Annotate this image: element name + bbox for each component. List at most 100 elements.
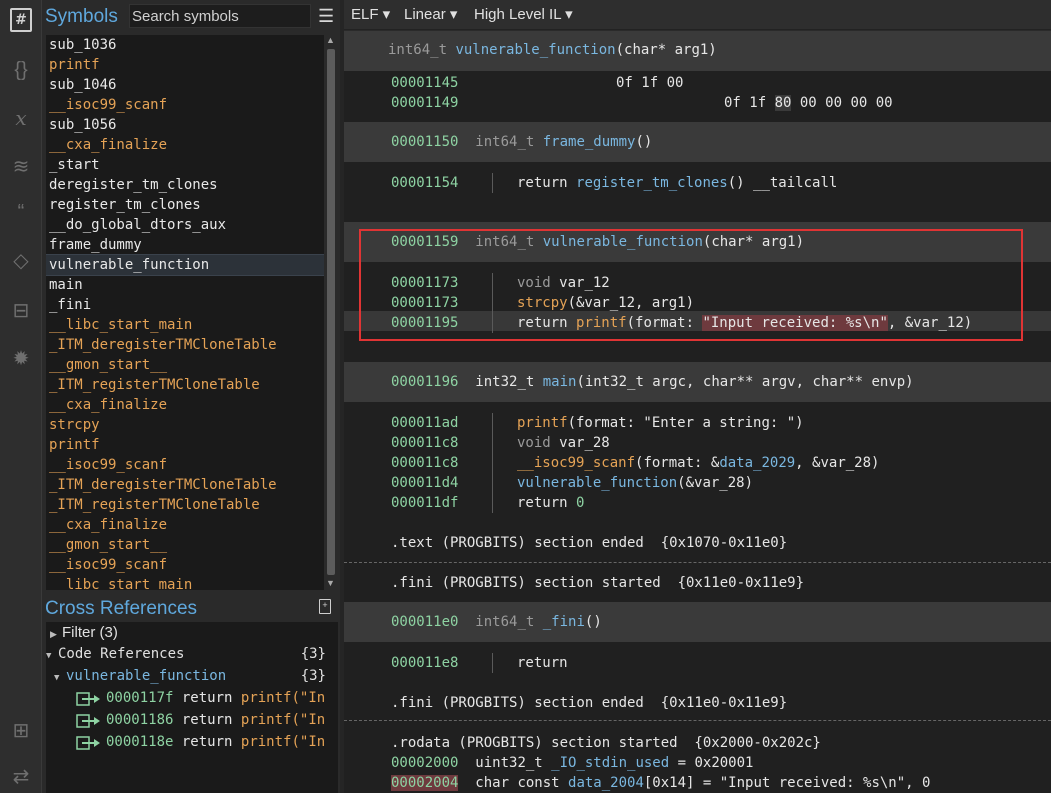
linear-code-view[interactable]: int64_t vulnerable_function(char* arg1) …: [344, 31, 1051, 793]
function-signature[interactable]: 00001196 int32_t main(int32_t argc, char…: [391, 372, 914, 392]
symbol-item[interactable]: deregister_tm_clones: [46, 175, 324, 195]
symbol-item[interactable]: __isoc99_scanf: [46, 455, 324, 475]
symbol-item[interactable]: printf: [46, 435, 324, 455]
symbol-item[interactable]: __cxa_finalize: [46, 515, 324, 535]
cross-references-panel: Cross References + ▶ Filter (3) ▼ Code Ref…: [42, 592, 340, 793]
symbol-item[interactable]: __isoc99_scanf: [46, 95, 324, 115]
symbols-title: Symbols: [45, 6, 118, 27]
symbol-item[interactable]: strcpy: [46, 415, 324, 435]
strings-quote-icon[interactable]: “: [7, 198, 35, 226]
section-start-label: .fini (PROGBITS) section started {0x11e0…: [391, 575, 805, 591]
symbol-item[interactable]: __do_global_dtors_aux: [46, 215, 324, 235]
code-line[interactable]: 000011c8: [391, 453, 458, 473]
symbol-item[interactable]: _ITM_deregisterTMCloneTable: [46, 335, 324, 355]
code-line-text: return 0: [517, 495, 585, 511]
code-references-count: {3}: [300, 646, 326, 662]
code-references-label: Code References: [58, 646, 185, 662]
code-line[interactable]: 000011d4: [391, 473, 458, 493]
code-line[interactable]: 00001154: [391, 173, 458, 193]
function-signature[interactable]: int64_t vulnerable_function(char* arg1): [388, 40, 717, 60]
raw-bytes: 0f 1f 80 00 00 00 00: [724, 95, 893, 111]
symbol-item[interactable]: _fini: [46, 295, 324, 315]
function-signature[interactable]: 000011e0 int64_t _fini(): [391, 612, 602, 632]
address[interactable]: 00001145: [391, 73, 458, 93]
chevron-down-icon: ▼: [46, 651, 52, 661]
data-line[interactable]: 00002004 char const data_2004[0x14] = "I…: [391, 773, 930, 793]
section-start-label: .rodata (PROGBITS) section started {0x20…: [391, 735, 821, 751]
raw-bytes: 0f 1f 00: [616, 75, 684, 91]
code-line-text: return register_tm_clones() __tailcall: [517, 175, 838, 191]
symbol-item[interactable]: printf: [46, 55, 324, 75]
xref-row[interactable]: 0000118e return printf("In: [76, 731, 325, 753]
xref-text: printf("In: [240, 690, 326, 706]
code-line[interactable]: 000011c8: [391, 433, 458, 453]
code-line-text: __isoc99_scanf(format: &data_2029, &var_…: [517, 455, 880, 471]
sidebar-icon-bar: # {} x ≋ “ ◇ ⊟ ✹ ⊞ ⇄: [0, 0, 42, 793]
code-references-node[interactable]: ▼ Code References {3}: [46, 643, 338, 665]
symbol-item[interactable]: _ITM_registerTMCloneTable: [46, 375, 324, 395]
data-line[interactable]: 00002000 uint32_t _IO_stdin_used = 0x200…: [391, 753, 753, 773]
code-line[interactable]: 000011ad: [391, 413, 458, 433]
new-pinned-xref-icon[interactable]: +: [319, 599, 331, 614]
symbol-item[interactable]: frame_dummy: [46, 235, 324, 255]
symbol-item[interactable]: __cxa_finalize: [46, 395, 324, 415]
variables-x-icon[interactable]: x: [7, 104, 35, 132]
section-divider: [344, 562, 1051, 563]
layout-dropdown[interactable]: Linear ▾: [404, 5, 457, 23]
xref-tree: ▶ Filter (3) ▼ Code References {3} ▼ vulner…: [46, 622, 338, 793]
xref-keyword: return: [181, 734, 233, 750]
code-xref-arrow-icon: [76, 735, 102, 750]
view-type-dropdown[interactable]: ELF ▾: [351, 5, 390, 23]
code-line[interactable]: 000011df: [391, 493, 458, 513]
symbol-item[interactable]: sub_1046: [46, 75, 324, 95]
code-line-text: vulnerable_function(&var_28): [517, 475, 754, 491]
scrollbar-thumb[interactable]: [327, 49, 335, 575]
symbol-item[interactable]: register_tm_clones: [46, 195, 324, 215]
view-toolbar: ELF ▾ Linear ▾ High Level IL ▾: [344, 0, 1051, 30]
symbol-item[interactable]: main: [46, 275, 324, 295]
symbol-item[interactable]: __libc_start_main: [46, 575, 324, 590]
xref-function-node[interactable]: ▼ vulnerable_function {3}: [54, 665, 338, 687]
symbols-scrollbar[interactable]: ▲ ▼: [324, 35, 338, 588]
symbol-item[interactable]: __cxa_finalize: [46, 135, 324, 155]
xref-function-label: vulnerable_function: [66, 668, 227, 684]
stack-layers-icon[interactable]: ≋: [7, 152, 35, 180]
cross-references-icon[interactable]: ⇄: [7, 762, 35, 790]
symbol-item[interactable]: __libc_start_main: [46, 315, 324, 335]
section-end-label: .fini (PROGBITS) section ended {0x11e0-0…: [391, 695, 788, 711]
symbol-item[interactable]: __gmon_start__: [46, 355, 324, 375]
il-level-dropdown[interactable]: High Level IL ▾: [474, 5, 573, 23]
memory-map-icon[interactable]: ⊟: [7, 296, 35, 324]
code-line-text: void var_28: [517, 435, 610, 451]
xref-filter-toggle[interactable]: ▶ Filter (3): [50, 622, 118, 644]
address[interactable]: 00001149: [391, 93, 458, 113]
xref-text: printf("In: [240, 712, 326, 728]
xref-function-count: {3}: [300, 668, 326, 684]
tags-icon[interactable]: ◇: [7, 246, 35, 274]
plugin-gear-icon[interactable]: ✹: [7, 344, 35, 372]
xref-row[interactable]: 00001186 return printf("In: [76, 709, 325, 731]
symbol-item[interactable]: sub_1056: [46, 115, 324, 135]
symbol-item[interactable]: _ITM_deregisterTMCloneTable: [46, 475, 324, 495]
xref-row[interactable]: 0000117f return printf("In: [76, 687, 325, 709]
symbols-search-input[interactable]: [129, 4, 311, 28]
symbol-item[interactable]: _ITM_registerTMCloneTable: [46, 495, 324, 515]
symbol-item[interactable]: _start: [46, 155, 324, 175]
symbols-hash-icon[interactable]: #: [7, 6, 35, 34]
function-signature[interactable]: 00001150 int64_t frame_dummy(): [391, 132, 652, 152]
symbol-item[interactable]: vulnerable_function: [46, 254, 324, 276]
xref-address: 0000117f: [106, 690, 174, 706]
code-line[interactable]: 000011e8: [391, 653, 458, 673]
symbol-item[interactable]: __gmon_start__: [46, 535, 324, 555]
section-end-label: .text (PROGBITS) section ended {0x1070-0…: [391, 535, 788, 551]
types-braces-icon[interactable]: {}: [7, 56, 35, 84]
code-line-text: return: [517, 655, 568, 671]
scroll-down-icon[interactable]: ▼: [326, 578, 335, 588]
hierarchy-icon[interactable]: ⊞: [7, 716, 35, 744]
code-xref-arrow-icon: [76, 691, 102, 706]
symbol-item[interactable]: sub_1036: [46, 35, 324, 55]
symbols-list: sub_1036 printf sub_1046 __isoc99_scanf sub_…: [46, 35, 324, 590]
scroll-up-icon[interactable]: ▲: [326, 35, 335, 45]
hamburger-icon[interactable]: ☰: [318, 6, 334, 27]
symbol-item[interactable]: __isoc99_scanf: [46, 555, 324, 575]
